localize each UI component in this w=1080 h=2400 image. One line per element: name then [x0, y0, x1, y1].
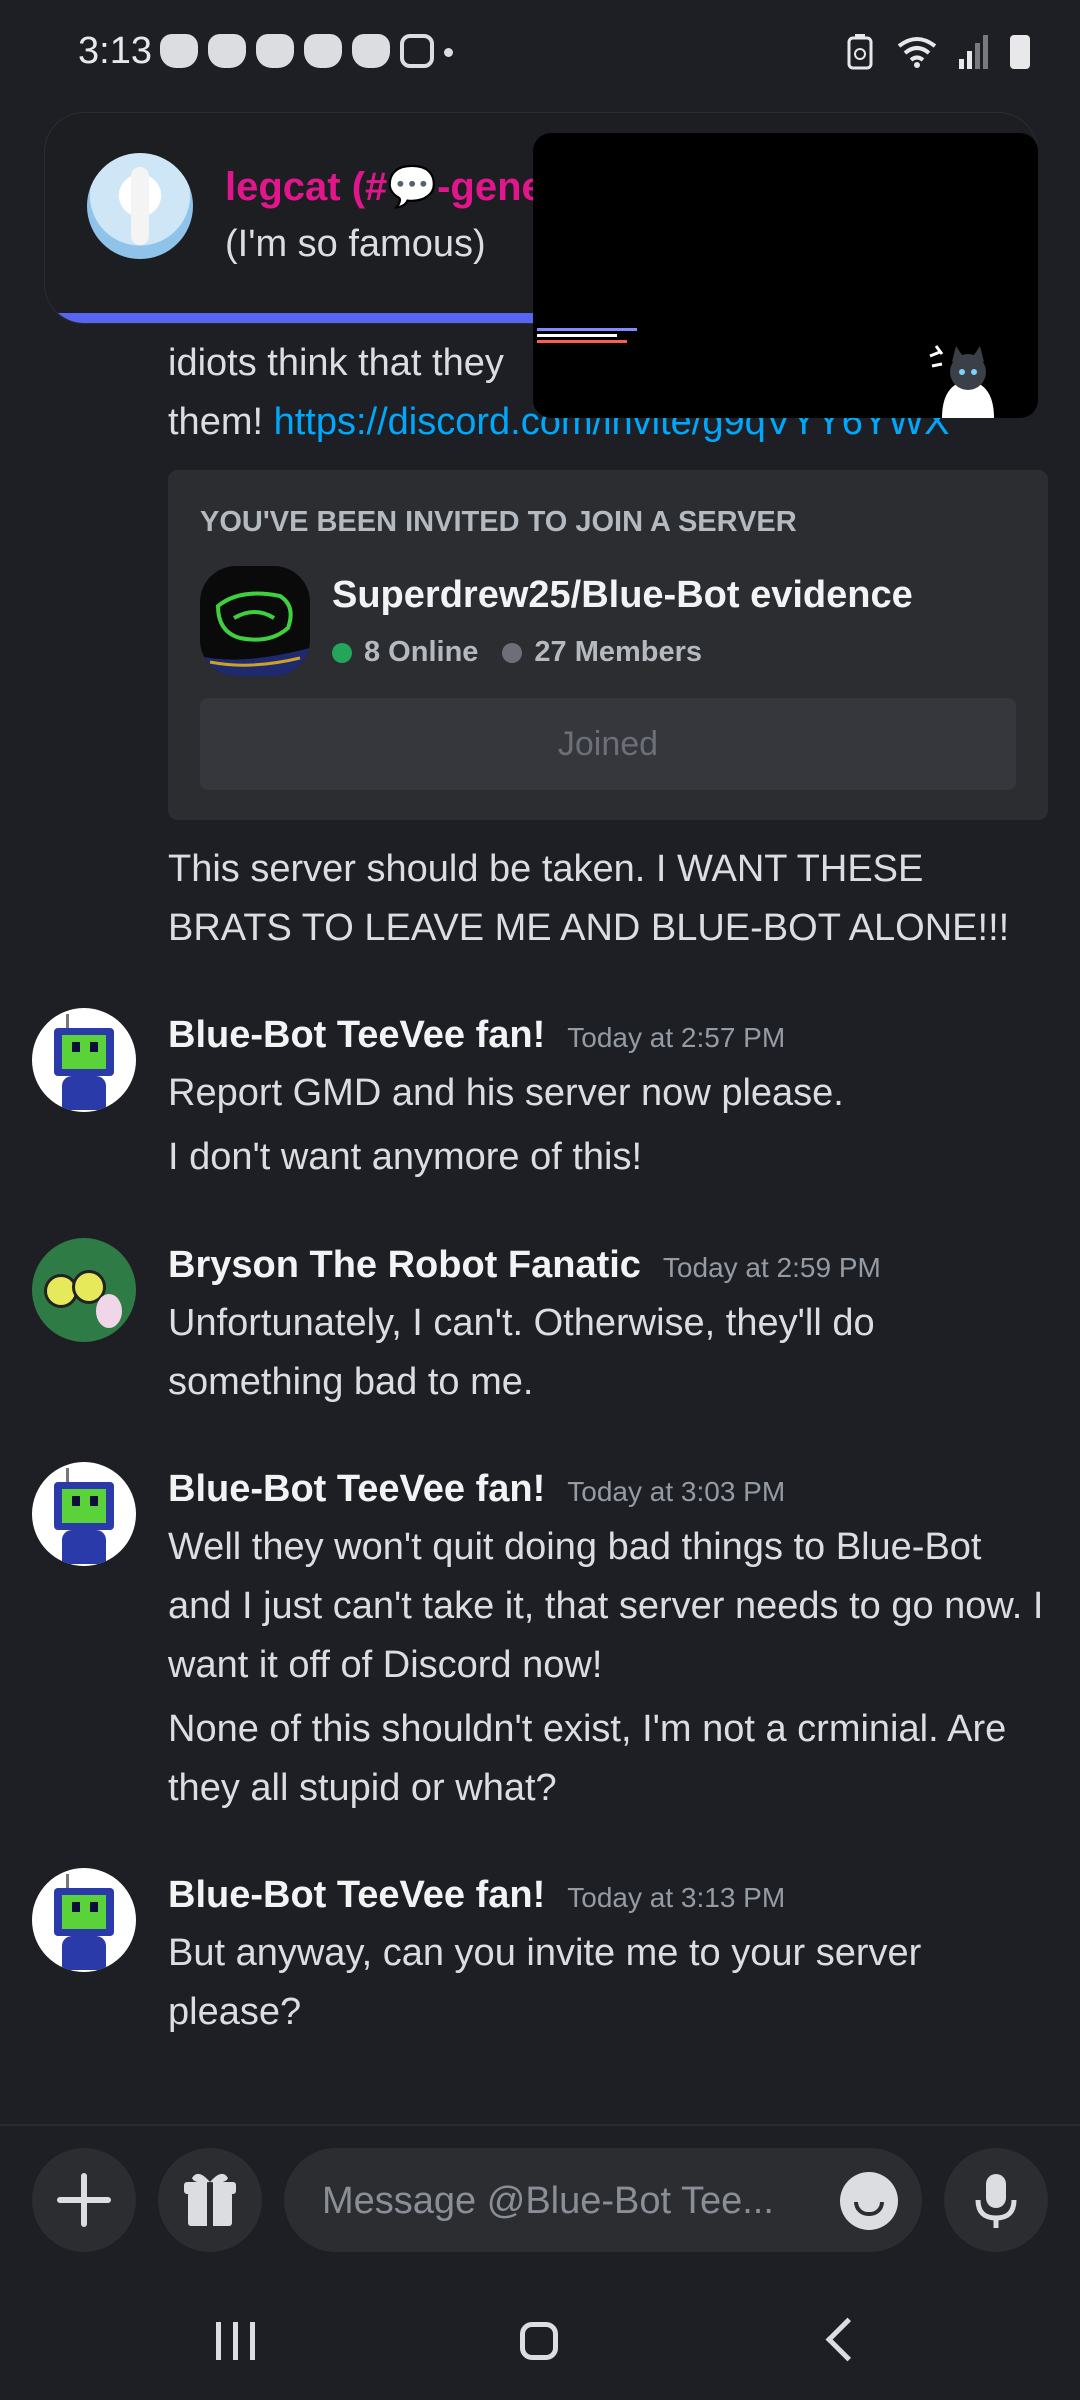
username[interactable]: Blue-Bot TeeVee fan! [168, 1874, 545, 1917]
picture-in-picture-video[interactable] [533, 133, 1038, 418]
status-time: 3:13 [78, 30, 152, 72]
emoji-button[interactable] [840, 2172, 898, 2230]
recents-button[interactable] [216, 2322, 255, 2360]
joined-button[interactable]: Joined [200, 698, 1016, 790]
discord-icon [256, 34, 294, 68]
back-button[interactable] [825, 2317, 870, 2362]
message-composer [0, 2124, 1080, 2282]
avatar[interactable] [32, 1462, 136, 1566]
username[interactable]: Blue-Bot TeeVee fan! [168, 1014, 545, 1057]
discord-icon [352, 34, 390, 68]
notification-icons [160, 34, 453, 68]
timestamp: Today at 2:59 PM [662, 1252, 881, 1283]
wifi-icon [897, 37, 937, 68]
message-header: Bryson The Robot Fanatic Today at 2:59 P… [168, 1244, 881, 1287]
message-input-container [284, 2148, 922, 2254]
message-text: But anyway, can you invite me to your se… [168, 1932, 922, 2033]
discord-icon [208, 34, 246, 68]
message-text: I don't want anymore of this! [168, 1136, 643, 1178]
message-header: Blue-Bot TeeVee fan! Today at 2:57 PM [168, 1014, 785, 1057]
discord-icon [304, 34, 342, 68]
system-navigation-bar [0, 2280, 1080, 2400]
voice-message-button[interactable] [944, 2148, 1048, 2252]
member-count: 27 Members [534, 636, 703, 668]
message-header: Blue-Bot TeeVee fan! Today at 3:13 PM [168, 1874, 785, 1917]
message-text: None of this shouldn't exist, I'm not a … [168, 1708, 1007, 1809]
instagram-icon [400, 34, 434, 68]
add-attachment-button[interactable] [32, 2148, 136, 2252]
video-captions [537, 325, 637, 347]
gift-icon [184, 2173, 236, 2226]
server-invite-card: YOU'VE BEEN INVITED TO JOIN A SERVER Sup… [168, 470, 1048, 820]
message-text: This server should be taken. I WANT THES… [168, 848, 1010, 949]
invite-header: YOU'VE BEEN INVITED TO JOIN A SERVER [200, 506, 797, 538]
cat-character-icon [929, 345, 994, 418]
home-button[interactable] [520, 2322, 558, 2360]
members-dot-icon [502, 642, 523, 663]
online-count: 8 Online [364, 636, 479, 668]
battery-icon [1010, 35, 1030, 69]
battery-saver-icon [847, 34, 873, 70]
message-header: Blue-Bot TeeVee fan! Today at 3:03 PM [168, 1468, 785, 1511]
more-notifications-dot-icon [444, 48, 453, 57]
online-dot-icon [332, 642, 352, 663]
avatar[interactable] [32, 1868, 136, 1972]
server-stats: 8 Online 27 Members [332, 636, 702, 669]
notification-title: legcat (#💬-general) [225, 165, 575, 209]
message-text: Report GMD and his server now please. [168, 1072, 844, 1114]
system-status-icons [845, 34, 1030, 70]
username[interactable]: Bryson The Robot Fanatic [168, 1244, 641, 1287]
server-name: Superdrew25/Blue-Bot evidence [332, 574, 913, 616]
timestamp: Today at 3:13 PM [567, 1882, 786, 1913]
message-text: Unfortunately, I can't. Otherwise, they'… [168, 1302, 875, 1403]
gift-button[interactable] [158, 2148, 262, 2252]
avatar[interactable] [32, 1238, 136, 1342]
timestamp: Today at 2:57 PM [567, 1022, 786, 1053]
server-icon-art [200, 591, 310, 676]
server-icon[interactable] [200, 566, 310, 676]
microphone-icon [975, 2174, 1017, 2228]
signal-icon [959, 35, 988, 69]
message-input[interactable] [320, 2148, 804, 2254]
notification-text: (I'm so famous) [225, 223, 486, 265]
timestamp: Today at 3:03 PM [567, 1476, 786, 1507]
avatar[interactable] [32, 1008, 136, 1112]
discord-icon [160, 34, 198, 68]
message-line-prefix: them! [168, 401, 274, 443]
username[interactable]: Blue-Bot TeeVee fan! [168, 1468, 545, 1511]
notification-avatar [87, 153, 193, 259]
plus-icon [57, 2173, 111, 2227]
status-bar: 3:13 [0, 0, 1080, 110]
message-text: Well they won't quit doing bad things to… [168, 1526, 1044, 1686]
